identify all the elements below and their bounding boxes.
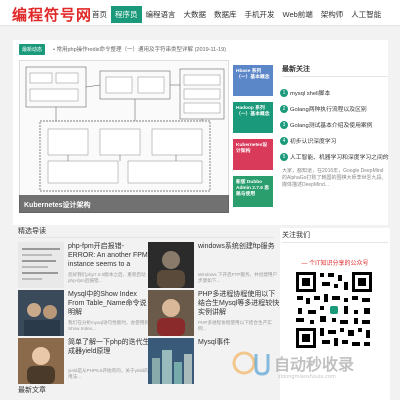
latest-title: 最新文章 [18, 387, 46, 394]
post-thumbnail[interactable] [18, 290, 64, 336]
hot-list-item[interactable]: 1 mysql shell脚本 [280, 88, 390, 98]
post-card[interactable]: php-fpm开启报错-ERROR: An another FPM instan… [18, 242, 150, 290]
post-title[interactable]: PHP多进程协程使用以下结合生Mysql等多进程较快实例讲解 [198, 290, 280, 318]
nav-item-home[interactable]: 首页 [88, 6, 111, 23]
hot-list-item[interactable]: 3 Golang测试基本介绍及使用案例 [280, 120, 390, 130]
post-thumbnail[interactable] [18, 242, 64, 288]
hero-caption[interactable]: Kubernetes设计架构 [19, 195, 229, 213]
watermark: 自动秒收录 zidongmiaoshoulu.com [232, 348, 392, 380]
city-photo-icon [152, 350, 192, 384]
nav-item-database[interactable]: 数据库 [210, 6, 241, 23]
main-nav: 首页 程序员 编程语言 大数据 数据库 手机开发 Web前端 架构师 人工智能 [88, 6, 385, 23]
post-excerpt: 我们在分析mysql语句性能时，会使用到Show Index... [68, 320, 149, 331]
post-title[interactable]: Mysql中的Show Index From Table_Name命令说明解 [68, 290, 150, 318]
hero-image[interactable] [19, 60, 229, 213]
side-card-hadoop[interactable]: Hadoop 系列（一）基本概念 [233, 102, 273, 133]
follow-subtitle: — 个IT知识分享的公众号 [301, 261, 369, 267]
site-logo[interactable]: 编程符号网 [12, 4, 92, 25]
post-thumbnail[interactable] [148, 242, 194, 288]
post-thumbnail[interactable] [148, 290, 194, 336]
post-thumbnail[interactable] [148, 338, 194, 384]
hot-list-item-label: Golang两种执行流程以及区别 [290, 107, 367, 113]
hot-list-number: 1 [280, 89, 288, 98]
post-excerpt: PHP多进程协程使用以下结合生产实例... [198, 320, 272, 331]
nav-item-bigdata[interactable]: 大数据 [180, 6, 211, 23]
follow-title: 关注我们 [282, 232, 310, 239]
side-card-kubernetes[interactable]: Kubernetes设计架构 [233, 139, 273, 170]
post-title[interactable]: 简单了解一下php的迭代生成器yield原理 [68, 338, 150, 366]
post-excerpt: Windows 下开启FTP服务，并创建用户 步骤如下... [198, 272, 278, 283]
nav-item-programmer[interactable]: 程序员 [111, 6, 142, 23]
hot-list-divider [282, 76, 388, 77]
hot-list-number: 5 [280, 153, 288, 162]
portrait-photo-icon [157, 299, 185, 336]
people-photo-icon [24, 303, 60, 336]
nav-item-architect[interactable]: 架构师 [317, 6, 348, 23]
watermark-text: 自动秒收录 [274, 355, 354, 374]
watermark-logo-icon: 自动秒收录 zidongmiaoshoulu.com [232, 351, 354, 380]
hot-list-number: 3 [280, 121, 288, 130]
notice-badge: 最新动态 [19, 44, 46, 55]
portrait-photo-icon [157, 251, 185, 288]
notice-link[interactable]: • 常用php操作redis命令整理（一）通用及字符串类型详解 (2019-11… [53, 45, 226, 53]
watermark-subtext: zidongmiaoshoulu.com [278, 374, 336, 380]
hot-list-item-label: mysql shell脚本 [290, 91, 331, 97]
side-card-dubbo[interactable]: 新版 Dubbo Admin 2.7.6 思路与使用 [233, 176, 273, 207]
hot-list-title: 最新关注 [282, 66, 310, 73]
portrait-photo-icon [27, 347, 55, 384]
hot-list-item-label: Golang测试基本介绍及使用案例 [290, 123, 373, 129]
post-title[interactable]: php-fpm开启报错-ERROR: An another FPM instan… [68, 242, 150, 270]
top-bar: 编程符号网 首页 程序员 编程语言 大数据 数据库 手机开发 Web前端 架构师… [0, 0, 400, 26]
featured-divider [18, 237, 274, 238]
post-excerpt: 您好我们php7.0.0版本之后，重新启动php-fpm后报错... [68, 272, 146, 283]
hot-list-item[interactable]: 4 初步认识深度学习 [280, 136, 390, 146]
hot-list-number: 4 [280, 137, 288, 146]
architecture-diagram [25, 66, 225, 192]
nav-item-ai[interactable]: 人工智能 [347, 6, 385, 23]
hot-list-snippet: 大家，都知道，在2016年，Google DeepMind的AlphaGo打败了… [282, 168, 387, 188]
post-title[interactable]: windows系统创建ftp服务 [198, 242, 280, 270]
hot-list-item-label: 人工智能、机器学习和深度学习之间的 [290, 155, 389, 161]
post-card[interactable]: Mysql中的Show Index From Table_Name命令说明解 我… [18, 290, 150, 338]
post-card[interactable]: windows系统创建ftp服务 Windows 下开启FTP服务，并创建用户 … [148, 242, 280, 290]
hot-list-item-label: 初步认识深度学习 [290, 139, 337, 145]
qr-code-icon [294, 270, 374, 350]
wechat-qr-code [294, 270, 374, 350]
nav-item-languages[interactable]: 编程语言 [142, 6, 180, 23]
follow-divider [282, 242, 388, 243]
post-card[interactable]: 简单了解一下php的迭代生成器yield原理 yield是从PHP5.5开始有的… [18, 338, 150, 386]
code-screenshot-icon [22, 248, 60, 280]
hot-list-number: 2 [280, 105, 288, 114]
post-excerpt: yield是从PHP5.5开始有的，关于yield的用法... [68, 368, 149, 379]
hot-list-item[interactable]: 2 Golang两种执行流程以及区别 [280, 104, 390, 114]
nav-item-mobile[interactable]: 手机开发 [241, 6, 279, 23]
nav-item-web[interactable]: Web前端 [279, 6, 317, 23]
post-thumbnail[interactable] [18, 338, 64, 384]
side-card-hbase[interactable]: Hbase 系列（一）基本概念 [233, 65, 273, 96]
hot-list-item[interactable]: 5 人工智能、机器学习和深度学习之间的 [280, 152, 390, 162]
post-card[interactable]: PHP多进程协程使用以下结合生Mysql等多进程较快实例讲解 PHP多进程协程使… [148, 290, 280, 338]
notice-bar: 最新动态 • 常用php操作redis命令整理（一）通用及字符串类型详解 (20… [13, 44, 388, 56]
featured-title: 精选导读 [18, 228, 46, 235]
